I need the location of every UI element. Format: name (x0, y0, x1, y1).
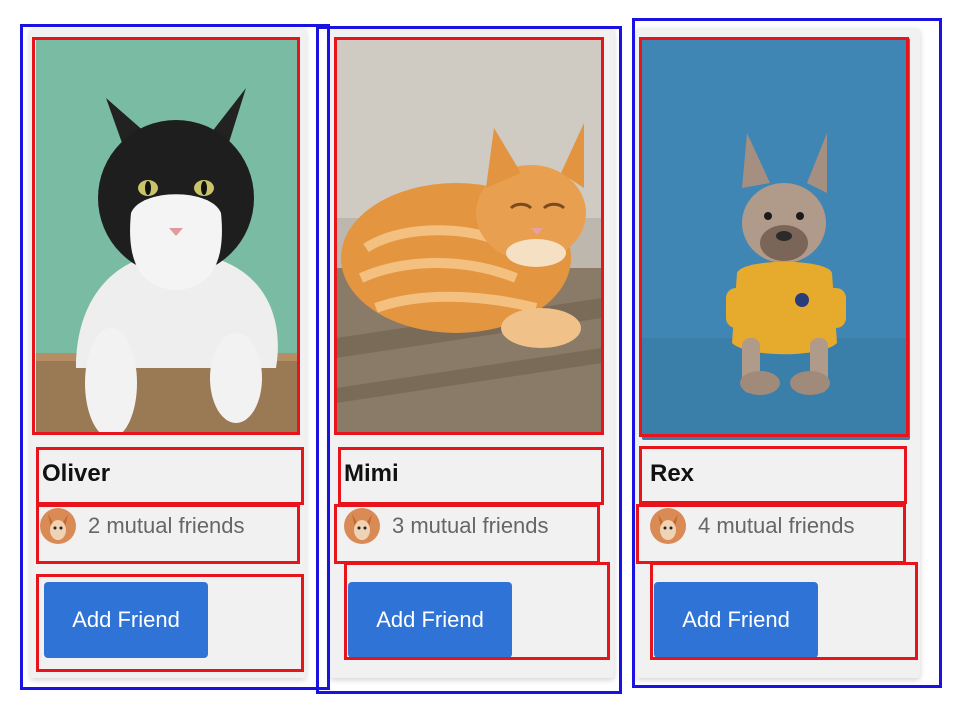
mutual-friend-avatar (344, 508, 380, 544)
friend-name[interactable]: Oliver (42, 460, 110, 488)
mutual-friends-row: 2 mutual friends (40, 508, 245, 544)
add-friend-button[interactable]: Add Friend (654, 582, 818, 658)
friend-card-mimi: Mimi 3 mutual friends Add Friend (330, 28, 614, 678)
profile-photo-mimi[interactable] (336, 38, 602, 434)
mutual-friend-avatar (40, 508, 76, 544)
friend-card-oliver: Oliver 2 mutual friends Add Friend (30, 28, 306, 678)
add-friend-button[interactable]: Add Friend (348, 582, 512, 658)
mutual-friends-row: 4 mutual friends (650, 508, 855, 544)
mutual-friends-row: 3 mutual friends (344, 508, 549, 544)
mutual-friends-count[interactable]: 3 mutual friends (392, 513, 549, 539)
friend-suggestions: Oliver 2 mutual friends Add Friend Mimi … (0, 0, 960, 720)
friend-name[interactable]: Rex (650, 460, 694, 488)
friend-name[interactable]: Mimi (344, 460, 399, 488)
profile-photo-rex[interactable] (642, 38, 910, 440)
profile-photo-oliver[interactable] (36, 38, 300, 434)
mutual-friends-count[interactable]: 2 mutual friends (88, 513, 245, 539)
friend-card-rex: Rex 4 mutual friends Add Friend (636, 28, 920, 678)
mutual-friend-avatar (650, 508, 686, 544)
add-friend-button[interactable]: Add Friend (44, 582, 208, 658)
mutual-friends-count[interactable]: 4 mutual friends (698, 513, 855, 539)
